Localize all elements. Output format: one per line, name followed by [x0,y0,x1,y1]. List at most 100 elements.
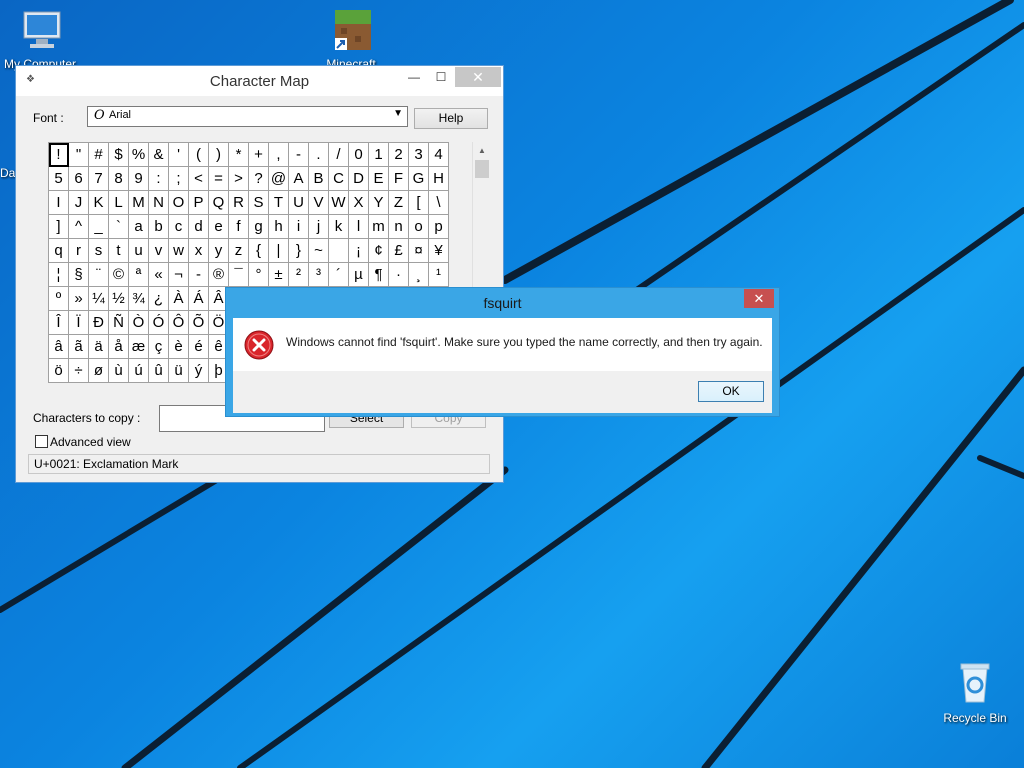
character-cell[interactable]: é [188,334,209,359]
character-cell[interactable]: b [148,214,169,239]
character-cell[interactable]: 8 [108,166,129,191]
character-cell[interactable]: i [288,214,309,239]
character-cell[interactable]: ú [128,358,149,383]
character-cell[interactable]: » [68,286,89,311]
character-cell[interactable]: ¢ [368,238,389,263]
character-cell[interactable]: ~ [308,238,329,263]
character-cell[interactable]: P [188,190,209,215]
advanced-view-checkbox[interactable] [35,435,48,448]
character-cell[interactable]: F [388,166,409,191]
character-cell[interactable]: a [128,214,149,239]
character-cell[interactable]: º [48,286,69,311]
character-cell[interactable]: < [188,166,209,191]
character-cell[interactable]: 1 [368,142,389,167]
character-cell[interactable]: Q [208,190,229,215]
character-cell[interactable]: À [168,286,189,311]
character-cell[interactable]: . [308,142,329,167]
character-cell[interactable]: L [108,190,129,215]
character-cell[interactable]: A [288,166,309,191]
character-cell[interactable]: ¶ [368,262,389,287]
character-cell[interactable]: C [328,166,349,191]
character-cell[interactable]: J [68,190,89,215]
character-cell[interactable]: ½ [108,286,129,311]
character-cell[interactable]: ¬ [168,262,189,287]
character-cell[interactable]: ü [168,358,189,383]
character-cell[interactable]: c [168,214,189,239]
character-cell[interactable]: ç [148,334,169,359]
character-cell[interactable]: 6 [68,166,89,191]
character-cell[interactable]: r [68,238,89,263]
character-cell[interactable]: ; [168,166,189,191]
character-cell[interactable]: > [228,166,249,191]
character-cell[interactable]: 5 [48,166,69,191]
character-cell[interactable]: d [188,214,209,239]
character-cell[interactable]: D [348,166,369,191]
character-cell[interactable]: ® [208,262,229,287]
character-cell[interactable]: o [408,214,429,239]
character-cell[interactable]: 2 [388,142,409,167]
character-cell[interactable]: ` [108,214,129,239]
character-cell[interactable]: j [308,214,329,239]
character-cell[interactable]: Ô [168,310,189,335]
character-cell[interactable]: - [288,142,309,167]
character-cell[interactable]: \ [428,190,449,215]
character-cell[interactable]: ¨ [88,262,109,287]
character-cell[interactable]: w [168,238,189,263]
character-cell[interactable]: ¿ [148,286,169,311]
character-cell[interactable]: y [208,238,229,263]
character-cell[interactable]: B [308,166,329,191]
character-cell[interactable]: M [128,190,149,215]
character-cell[interactable]: ^ [68,214,89,239]
character-cell[interactable]: ÷ [68,358,89,383]
character-cell[interactable]: ý [188,358,209,383]
character-cell[interactable]: p [428,214,449,239]
character-cell[interactable]: µ [348,262,369,287]
character-cell[interactable]: g [248,214,269,239]
character-cell[interactable]: ã [68,334,89,359]
character-cell[interactable]: ´ [328,262,349,287]
ok-button[interactable]: OK [698,381,764,402]
character-cell[interactable]: ! [48,142,69,167]
charmap-title-bar[interactable]: ❖ Character Map — ☐ ✕ [16,66,503,96]
character-cell[interactable]: Õ [188,310,209,335]
character-cell[interactable]: " [68,142,89,167]
character-cell[interactable]: Y [368,190,389,215]
desktop-icon-recycle-bin[interactable]: Recycle Bin [935,660,1015,725]
character-cell[interactable]: ? [248,166,269,191]
character-cell[interactable]: · [388,262,409,287]
desktop-icon-minecraft[interactable]: Minecraft [311,8,391,71]
character-cell[interactable]: R [228,190,249,215]
character-cell[interactable]: h [268,214,289,239]
character-cell[interactable]: : [148,166,169,191]
character-cell[interactable]: Á [188,286,209,311]
character-cell[interactable]: ¡ [348,238,369,263]
character-cell[interactable]: S [248,190,269,215]
character-cell[interactable]: ø [88,358,109,383]
close-button[interactable]: ✕ [455,67,501,87]
character-cell[interactable]: = [208,166,229,191]
character-cell[interactable]: ¥ [428,238,449,263]
character-cell[interactable]: X [348,190,369,215]
character-cell[interactable]: â [48,334,69,359]
character-cell[interactable]: + [248,142,269,167]
character-cell[interactable]: ª [128,262,149,287]
character-cell[interactable]: x [188,238,209,263]
character-cell[interactable]: $ [108,142,129,167]
font-select[interactable]: O Arial ▼ [87,106,408,127]
character-cell[interactable]: z [228,238,249,263]
character-cell[interactable]: ¦ [48,262,69,287]
character-cell[interactable]: / [328,142,349,167]
character-cell[interactable]: H [428,166,449,191]
character-cell[interactable]: æ [128,334,149,359]
character-cell[interactable]: 3 [408,142,429,167]
character-cell[interactable]: q [48,238,69,263]
error-close-button[interactable]: ✕ [744,289,774,308]
character-cell[interactable]: N [148,190,169,215]
character-cell[interactable]: U [288,190,309,215]
scroll-thumb[interactable] [475,160,489,178]
advanced-view-label[interactable]: Advanced view [50,435,131,449]
character-cell[interactable]: ö [48,358,69,383]
character-cell[interactable]: ù [108,358,129,383]
character-cell[interactable]: & [148,142,169,167]
character-cell[interactable]: @ [268,166,289,191]
